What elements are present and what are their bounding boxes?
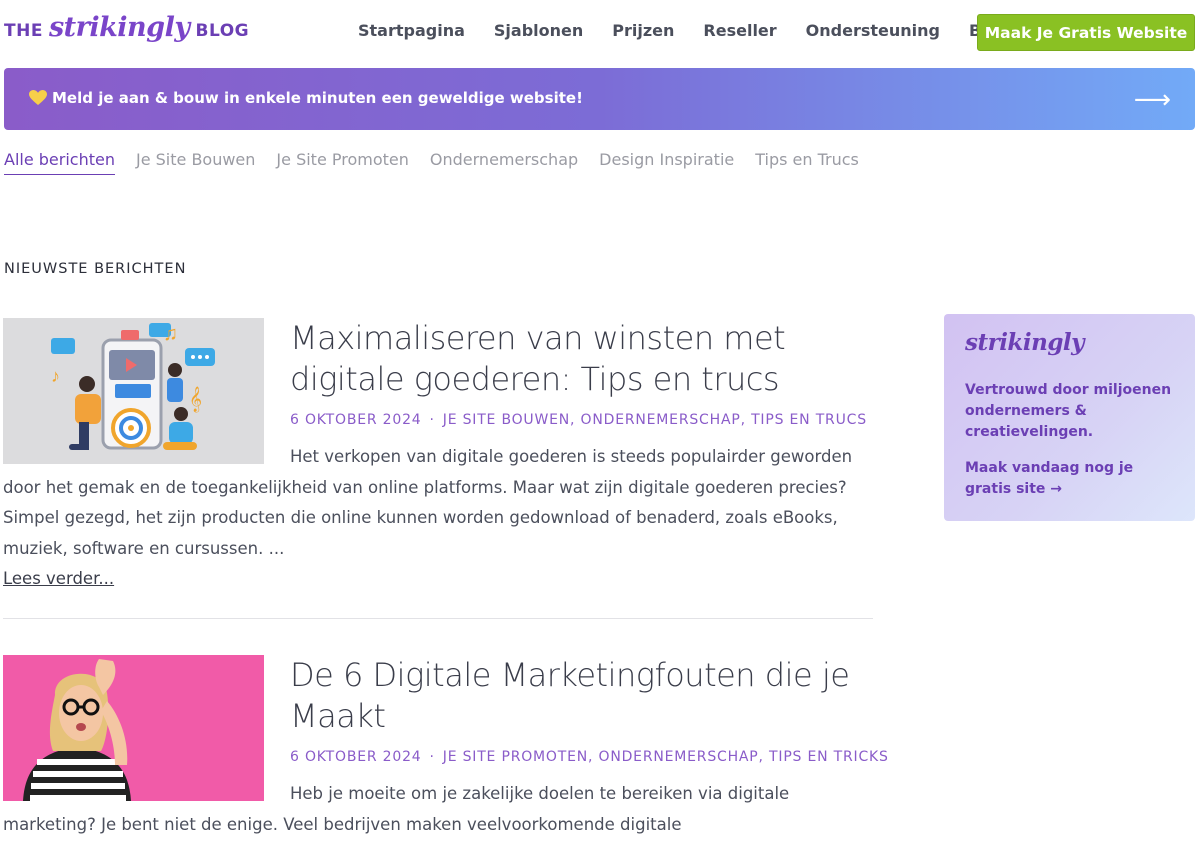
yellow-heart-icon xyxy=(29,90,47,105)
tab-je-site-promoten[interactable]: Je Site Promoten xyxy=(276,150,408,175)
post-date: 6 OKTOBER 2024 xyxy=(290,412,422,428)
sidebar-promo-card: strikingly Vertrouwd door miljoenen onde… xyxy=(944,314,1195,521)
tab-tips-en-trucs[interactable]: Tips en Trucs xyxy=(755,150,859,175)
post-item: De 6 Digitale Marketingfouten die je Maa… xyxy=(3,655,888,843)
svg-text:♫: ♫ xyxy=(163,323,178,345)
category-tabs: Alle berichten Je Site Bouwen Je Site Pr… xyxy=(4,150,880,175)
post-item: ♫ ♪ 𝄞 Maximaliseren van winsten met digi… xyxy=(3,318,873,608)
nav-reseller[interactable]: Reseller xyxy=(703,21,776,40)
nav-startpagina[interactable]: Startpagina xyxy=(358,21,465,40)
post-categories[interactable]: JE SITE BOUWEN, ONDERNEMERSCHAP, TIPS EN… xyxy=(443,412,867,428)
main-nav: Startpagina Sjablonen Prijzen Reseller O… xyxy=(358,21,1038,40)
post-categories[interactable]: JE SITE PROMOTEN, ONDERNEMERSCHAP, TIPS … xyxy=(443,749,889,765)
nav-ondersteuning[interactable]: Ondersteuning xyxy=(806,21,940,40)
post-meta: 6 OKTOBER 2024 · JE SITE PROMOTEN, ONDERNE… xyxy=(290,749,889,765)
arrow-right-icon[interactable]: ⟶ xyxy=(1134,86,1171,112)
card-logo: strikingly xyxy=(965,329,1085,356)
read-more-link[interactable]: Lees verder... xyxy=(3,569,114,588)
post-excerpt: Heb je moeite om je zakelijke doelen te … xyxy=(3,784,790,834)
logo-suffix: BLOG xyxy=(195,21,250,41)
tab-design-inspiratie[interactable]: Design Inspiratie xyxy=(599,150,734,175)
signup-banner[interactable]: Meld je aan & bouw in enkele minuten een… xyxy=(4,68,1195,130)
post-excerpt: Het verkopen van digitale goederen is st… xyxy=(3,447,853,558)
post-title[interactable]: De 6 Digitale Marketingfouten die je Maa… xyxy=(290,655,880,737)
logo-prefix: THE xyxy=(4,21,43,41)
card-text: Vertrouwd door miljoenen ondernemers & c… xyxy=(965,382,1172,440)
tab-ondernemerschap[interactable]: Ondernemerschap xyxy=(430,150,578,175)
blog-logo[interactable]: THE strikingly BLOG xyxy=(4,12,249,43)
meta-separator: · xyxy=(429,412,435,428)
svg-text:♪: ♪ xyxy=(51,366,60,386)
post-divider xyxy=(3,618,873,619)
post-meta: 6 OKTOBER 2024 · JE SITE BOUWEN, ONDERNEME… xyxy=(290,412,867,428)
logo-brand: strikingly xyxy=(48,12,190,43)
section-label: NIEUWSTE BERICHTEN xyxy=(4,261,187,277)
meta-separator: · xyxy=(429,749,435,765)
tab-alle-berichten[interactable]: Alle berichten xyxy=(4,150,115,175)
nav-sjablonen[interactable]: Sjablonen xyxy=(494,21,583,40)
site-header: THE strikingly BLOG Startpagina Sjablone… xyxy=(0,0,1200,64)
post-date: 6 OKTOBER 2024 xyxy=(290,749,422,765)
svg-text:𝄞: 𝄞 xyxy=(189,386,202,412)
banner-text: Meld je aan & bouw in enkele minuten een… xyxy=(52,89,583,107)
tab-je-site-bouwen[interactable]: Je Site Bouwen xyxy=(136,150,255,175)
nav-prijzen[interactable]: Prijzen xyxy=(612,21,674,40)
free-site-link[interactable]: Maak vandaag nog je gratis site → xyxy=(965,458,1180,500)
post-title[interactable]: Maximaliseren van winsten met digitale g… xyxy=(290,318,880,400)
free-website-button[interactable]: Maak Je Gratis Website xyxy=(977,14,1195,51)
